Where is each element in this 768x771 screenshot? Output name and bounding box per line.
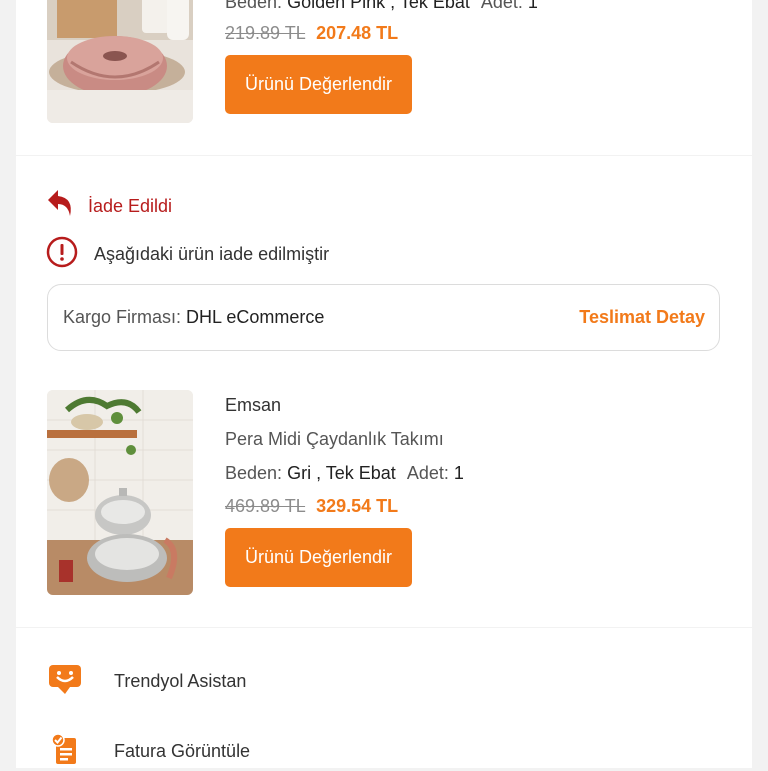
new-price: 329.54 TL bbox=[316, 496, 399, 516]
product-brand: Emsan bbox=[225, 395, 282, 415]
chat-smile-icon bbox=[48, 663, 82, 700]
variant-line: Beden: Golden Pink , Tek Ebat Adet: 1 bbox=[225, 0, 538, 13]
menu-label-assistant: Trendyol Asistan bbox=[114, 671, 247, 691]
product-image-bundt-pan[interactable] bbox=[47, 0, 193, 123]
old-price: 219.89 TL bbox=[225, 23, 306, 43]
return-arrow-icon bbox=[46, 188, 74, 225]
order-item-card-1: Beden: Golden Pink , Tek Ebat Adet: 1 21… bbox=[16, 0, 752, 155]
menu-item-assistant[interactable]: Trendyol Asistan bbox=[48, 663, 246, 700]
rate-product-button[interactable]: Ürünü Değerlendir bbox=[225, 55, 412, 114]
cargo-info-box: Kargo Firması: DHL eCommerce Teslimat De… bbox=[47, 284, 720, 351]
menu-label-invoice: Fatura Görüntüle bbox=[114, 741, 251, 761]
variant-value: Golden Pink , Tek Ebat bbox=[287, 0, 470, 12]
quantity-value: 1 bbox=[453, 463, 464, 483]
return-status-row: İade Edildi bbox=[46, 188, 172, 225]
order-actions-menu: Trendyol Asistan Fatura Görüntüle bbox=[16, 628, 752, 768]
cargo-label: Kargo Firması: bbox=[63, 307, 182, 327]
price-line: 469.89 TL 329.54 TL bbox=[225, 496, 398, 517]
delivery-detail-link[interactable]: Teslimat Detay bbox=[579, 307, 705, 328]
menu-item-invoice[interactable]: Fatura Görüntüle bbox=[48, 732, 250, 771]
quantity-value: 1 bbox=[527, 0, 538, 12]
product-name[interactable]: Pera Midi Çaydanlık Takımı bbox=[225, 429, 444, 450]
new-price: 207.48 TL bbox=[316, 23, 399, 43]
return-info-row: Aşağıdaki ürün iade edilmiştir bbox=[46, 236, 329, 273]
price-line: 219.89 TL 207.48 TL bbox=[225, 23, 398, 44]
document-check-icon bbox=[48, 732, 82, 771]
return-status-label: İade Edildi bbox=[88, 196, 173, 216]
cargo-company: Kargo Firması: DHL eCommerce bbox=[63, 307, 324, 328]
rate-product-button[interactable]: Ürünü Değerlendir bbox=[225, 528, 412, 587]
variant-value: Gri , Tek Ebat bbox=[287, 463, 396, 483]
quantity-label: Adet: bbox=[406, 463, 449, 483]
cargo-value: DHL eCommerce bbox=[186, 307, 325, 327]
product-image-teapot[interactable] bbox=[47, 390, 193, 595]
old-price: 469.89 TL bbox=[225, 496, 306, 516]
returned-order-card: İade Edildi Aşağıdaki ürün iade edilmişt… bbox=[16, 156, 752, 627]
variant-line: Beden: Gri , Tek Ebat Adet: 1 bbox=[225, 463, 464, 484]
info-circle-icon bbox=[46, 236, 78, 273]
variant-label: Beden: bbox=[225, 463, 283, 483]
quantity-label: Adet: bbox=[480, 0, 523, 12]
return-info-text: Aşağıdaki ürün iade edilmiştir bbox=[94, 244, 330, 264]
variant-label: Beden: bbox=[225, 0, 283, 12]
